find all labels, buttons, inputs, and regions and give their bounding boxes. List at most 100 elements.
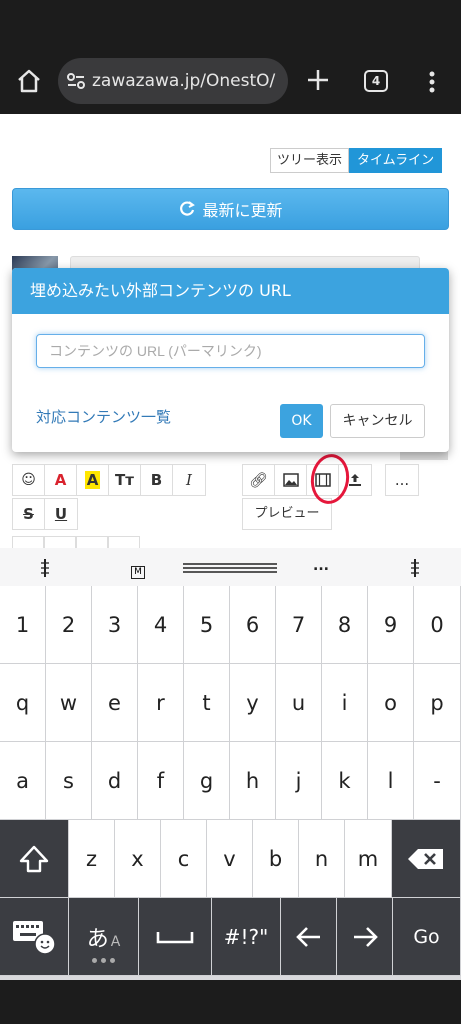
partial-button xyxy=(108,536,140,548)
refresh-icon xyxy=(180,201,196,216)
url-input[interactable] xyxy=(36,334,425,368)
home-icon[interactable] xyxy=(14,66,44,96)
key-0[interactable]: z xyxy=(69,820,115,898)
key-2[interactable]: 3 xyxy=(92,586,138,664)
key-2[interactable]: c xyxy=(161,820,207,898)
key-4[interactable]: 5 xyxy=(184,586,230,664)
key-1[interactable]: w xyxy=(46,664,92,742)
upload-icon xyxy=(349,474,361,486)
underline-button[interactable]: U xyxy=(45,499,77,529)
cancel-button[interactable]: キャンセル xyxy=(330,404,425,438)
mode-indicator[interactable]: M xyxy=(131,566,145,579)
backspace-key[interactable] xyxy=(392,820,461,898)
tree-view-button[interactable]: ツリー表示 xyxy=(270,148,350,173)
kana-switch-key[interactable]: あ A xyxy=(69,898,139,976)
key-0[interactable]: 1 xyxy=(0,586,46,664)
emoji-icon: ☺ xyxy=(21,472,36,488)
cursor-left-icon[interactable] xyxy=(38,557,52,579)
key-2[interactable]: e xyxy=(92,664,138,742)
font-color-button[interactable]: A xyxy=(45,465,77,495)
handwriting-icon[interactable] xyxy=(183,562,277,574)
toolbar-partial-row xyxy=(12,536,140,548)
emoji-button[interactable]: ☺ xyxy=(13,465,45,495)
key-6[interactable]: m xyxy=(345,820,392,898)
browser-toolbar: zawazawa.jp/OnestO/ 4 xyxy=(0,48,461,114)
link-icon: 🔗︎ xyxy=(248,471,269,489)
text-size-button[interactable]: Tт xyxy=(109,465,141,495)
key-3[interactable]: 4 xyxy=(138,586,184,664)
space-icon xyxy=(156,931,194,943)
key-3[interactable]: v xyxy=(207,820,253,898)
image-button[interactable] xyxy=(275,465,307,495)
refresh-button[interactable]: 最新に更新 xyxy=(12,188,449,230)
site-settings-icon[interactable] xyxy=(66,71,86,91)
timeline-view-button[interactable]: タイムライン xyxy=(349,148,443,173)
address-bar[interactable]: zawazawa.jp/OnestO/ xyxy=(58,58,288,104)
key-9[interactable]: - xyxy=(414,742,461,820)
bold-button[interactable]: B xyxy=(141,465,173,495)
italic-button[interactable]: I xyxy=(173,465,205,495)
more-tools-button[interactable]: ... xyxy=(386,465,418,495)
format-toolbar-4: S U xyxy=(12,498,78,530)
key-1[interactable]: s xyxy=(46,742,92,820)
key-8[interactable]: o xyxy=(368,664,414,742)
navigation-bar xyxy=(0,980,461,1024)
key-6[interactable]: j xyxy=(276,742,322,820)
keyboard-number-row: 1234567890 xyxy=(0,586,461,664)
key-0[interactable]: a xyxy=(0,742,46,820)
space-key[interactable] xyxy=(139,898,212,976)
keyboard: M ... 1234567890 qwertyuiop asdfghjkl- z… xyxy=(0,548,461,980)
key-3[interactable]: r xyxy=(138,664,184,742)
kana-label-group: あ A xyxy=(87,921,121,953)
key-9[interactable]: p xyxy=(414,664,461,742)
symbols-key[interactable]: #!?" xyxy=(212,898,281,976)
key-6[interactable]: 7 xyxy=(276,586,322,664)
partial-button xyxy=(12,536,44,548)
key-0[interactable]: q xyxy=(0,664,46,742)
status-bar xyxy=(0,0,461,48)
key-6[interactable]: u xyxy=(276,664,322,742)
go-key[interactable]: Go xyxy=(393,898,461,976)
key-8[interactable]: l xyxy=(368,742,414,820)
menu-dots-icon[interactable] xyxy=(420,68,444,96)
key-4[interactable]: b xyxy=(253,820,299,898)
key-3[interactable]: f xyxy=(138,742,184,820)
key-1[interactable]: 2 xyxy=(46,586,92,664)
partial-button xyxy=(76,536,108,548)
strikethrough-button[interactable]: S xyxy=(13,499,45,529)
toolbar-more[interactable]: ... xyxy=(313,558,329,574)
image-icon xyxy=(282,473,299,487)
tab-switcher-button[interactable]: 4 xyxy=(364,70,388,92)
preview-button[interactable]: プレビュー xyxy=(242,498,332,530)
key-7[interactable]: 8 xyxy=(322,586,368,664)
cursor-right-key[interactable] xyxy=(337,898,393,976)
key-4[interactable]: g xyxy=(184,742,230,820)
key-9[interactable]: 0 xyxy=(414,586,461,664)
dialog-title: 埋め込みたい外部コンテンツの URL xyxy=(12,268,449,314)
kana-label: あ xyxy=(86,926,109,952)
format-toolbar-2: 🔗︎ xyxy=(242,464,372,496)
key-5[interactable]: 6 xyxy=(230,586,276,664)
key-8[interactable]: 9 xyxy=(368,586,414,664)
shift-key[interactable] xyxy=(0,820,69,898)
highlight-button[interactable]: A xyxy=(77,465,109,495)
cursor-left-key[interactable] xyxy=(281,898,337,976)
link-button[interactable]: 🔗︎ xyxy=(243,465,275,495)
new-tab-icon[interactable] xyxy=(302,64,334,96)
supported-content-link[interactable]: 対応コンテンツ一覧 xyxy=(36,406,171,427)
key-5[interactable]: n xyxy=(299,820,345,898)
highlight-icon: A xyxy=(84,471,101,489)
key-5[interactable]: h xyxy=(230,742,276,820)
ok-button[interactable]: OK xyxy=(280,404,323,438)
url-text: zawazawa.jp/OnestO/ xyxy=(92,71,276,91)
key-4[interactable]: t xyxy=(184,664,230,742)
keyboard-settings-key[interactable] xyxy=(0,898,69,976)
key-2[interactable]: d xyxy=(92,742,138,820)
keyboard-row-4: あ A #!?" Go xyxy=(0,898,461,976)
bold-icon: B xyxy=(150,471,163,489)
cursor-right-icon[interactable] xyxy=(408,557,422,579)
key-5[interactable]: y xyxy=(230,664,276,742)
key-7[interactable]: k xyxy=(322,742,368,820)
key-1[interactable]: x xyxy=(115,820,161,898)
key-7[interactable]: i xyxy=(322,664,368,742)
